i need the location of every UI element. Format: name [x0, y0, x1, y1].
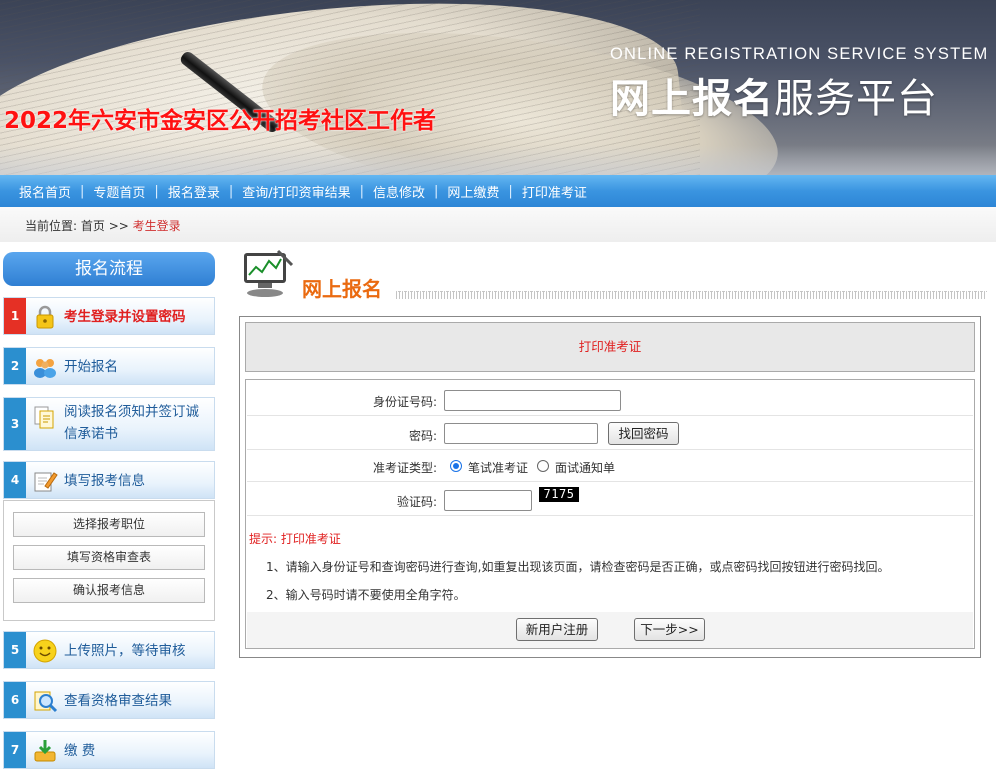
step-label: 查看资格审查结果: [64, 693, 172, 709]
banner-fade: [0, 145, 996, 175]
step-4-substeps: 选择报考职位 填写资格审查表 确认报考信息: [3, 500, 215, 621]
written-exam-radio[interactable]: [450, 460, 462, 472]
main-content: 网上报名 打印准考证 身份证号码: 密码: 找回密码 准考证类型: 笔试准考证 …: [226, 242, 996, 771]
step-4-fill-info[interactable]: 4 填写报考信息: [3, 461, 215, 499]
banner-title-bold: 网上报名: [610, 76, 774, 122]
users-icon: [32, 354, 58, 380]
step-5-upload-photo[interactable]: 5 上传照片，等待审核: [3, 631, 215, 669]
nav-item-payment[interactable]: 网上缴费: [447, 182, 499, 201]
tip-line-2: 2、输入号码时请不要使用全角字符。: [266, 588, 466, 602]
magnifier-icon: [32, 688, 58, 714]
panel-title: 打印准考证: [245, 322, 975, 372]
step-label: 考生登录并设置密码: [64, 309, 186, 325]
sidebar-title: 报名流程: [3, 252, 215, 286]
banner-title-light: 服务平台: [774, 76, 938, 122]
nav-item-topic-home[interactable]: 专题首页: [93, 182, 145, 201]
step-number: 2: [4, 348, 26, 384]
nav-item-login[interactable]: 报名登录: [168, 182, 220, 201]
nav-separator: |: [359, 183, 364, 199]
step-number: 4: [4, 462, 26, 498]
next-button[interactable]: 下一步>>: [634, 618, 705, 641]
section-header: 网上报名: [242, 247, 987, 301]
title-underline: [396, 291, 987, 299]
banner-chinese-title: 网上报名服务平台: [610, 66, 938, 124]
step-number: 1: [4, 298, 26, 334]
step-label: 开始报名: [64, 359, 118, 375]
print-admission-panel: 打印准考证 身份证号码: 密码: 找回密码 准考证类型: 笔试准考证 面试通知单…: [239, 316, 981, 658]
step-number: 5: [4, 632, 26, 668]
captcha-label: 验证码:: [396, 495, 437, 509]
captcha-row: 验证码: 7175: [247, 482, 973, 516]
step-7-payment[interactable]: 7 缴 费: [3, 731, 215, 769]
id-number-input[interactable]: [444, 390, 621, 411]
sidebar: 报名流程 1 考生登录并设置密码 2 开始报名 3 阅读报名须知并签订诚 信承诺…: [0, 242, 226, 771]
breadcrumb-sep: >>: [108, 219, 129, 233]
password-label: 密码:: [408, 429, 437, 443]
banner-english-title: ONLINE REGISTRATION SERVICE SYSTEM: [610, 45, 989, 63]
step-label: 填写报考信息: [64, 473, 145, 489]
header-banner: ONLINE REGISTRATION SERVICE SYSTEM 网上报名服…: [0, 0, 996, 175]
password-input[interactable]: [444, 423, 598, 444]
step-label: 缴 费: [64, 743, 96, 759]
nav-item-registration-home[interactable]: 报名首页: [19, 182, 71, 201]
step-number: 3: [4, 398, 26, 450]
select-position-button[interactable]: 选择报考职位: [13, 512, 205, 537]
step-label-line1: 阅读报名须知并签订诚: [64, 404, 199, 420]
register-button[interactable]: 新用户注册: [516, 618, 598, 641]
nav-separator: |: [80, 183, 85, 199]
edit-icon: [32, 468, 58, 494]
action-bar: 新用户注册 下一步>>: [247, 612, 973, 648]
tip-line-1: 1、请输入身份证号和查询密码进行查询,如重复出现该页面，请检查密码是否正确，或点…: [266, 560, 890, 574]
breadcrumb-current: 考生登录: [132, 219, 181, 233]
type-label: 准考证类型:: [372, 461, 437, 475]
step-3-read-notice[interactable]: 3 阅读报名须知并签订诚 信承诺书: [3, 397, 215, 451]
step-1-login[interactable]: 1 考生登录并设置密码: [3, 297, 215, 335]
breadcrumb: 当前位置: 首页 >> 考生登录: [0, 207, 996, 242]
nav-item-print-admission[interactable]: 打印准考证: [522, 182, 587, 201]
breadcrumb-home[interactable]: 首页: [81, 219, 105, 233]
captcha-image[interactable]: 7175: [539, 487, 579, 502]
id-label: 身份证号码:: [372, 395, 437, 409]
written-exam-label[interactable]: 笔试准考证: [468, 459, 528, 476]
step-number: 6: [4, 682, 26, 718]
documents-icon: [32, 404, 58, 430]
id-row: 身份证号码:: [247, 383, 973, 416]
breadcrumb-prefix: 当前位置:: [25, 219, 78, 233]
password-row: 密码: 找回密码: [247, 416, 973, 450]
nav-separator: |: [508, 183, 513, 199]
nav-item-review-results[interactable]: 查询/打印资审结果: [242, 182, 350, 201]
download-icon: [32, 738, 58, 764]
step-6-view-results[interactable]: 6 查看资格审查结果: [3, 681, 215, 719]
step-number: 7: [4, 732, 26, 768]
step-label-multiline: 阅读报名须知并签订诚 信承诺书: [64, 401, 199, 445]
step-2-start[interactable]: 2 开始报名: [3, 347, 215, 385]
nav-separator: |: [228, 183, 234, 199]
interview-label[interactable]: 面试通知单: [555, 459, 615, 476]
nav-separator: |: [434, 183, 439, 199]
confirm-info-button[interactable]: 确认报考信息: [13, 578, 205, 603]
exam-title: 2022年六安市金安区公开招考社区工作者: [4, 108, 437, 134]
interview-radio[interactable]: [537, 460, 549, 472]
step-label-line2: 信承诺书: [64, 426, 118, 442]
page-title: 网上报名: [302, 277, 382, 301]
nav-separator: |: [154, 183, 159, 199]
top-nav: 报名首页 | 专题首页 | 报名登录 | 查询/打印资审结果 | 信息修改 | 网上缴费 |…: [0, 175, 996, 207]
tips-title: 提示: 打印准考证: [249, 532, 341, 546]
nav-item-edit-info[interactable]: 信息修改: [373, 182, 425, 201]
forgot-password-button[interactable]: 找回密码: [608, 422, 679, 445]
captcha-input[interactable]: [444, 490, 532, 511]
fill-review-form-button[interactable]: 填写资格审查表: [13, 545, 205, 570]
step-label: 上传照片，等待审核: [64, 643, 186, 659]
type-row: 准考证类型: 笔试准考证 面试通知单: [247, 450, 973, 482]
query-form: 身份证号码: 密码: 找回密码 准考证类型: 笔试准考证 面试通知单 验证码: …: [245, 379, 975, 649]
smiley-icon: [32, 638, 58, 664]
computer-chart-icon: [242, 249, 294, 299]
lock-icon: [32, 304, 58, 330]
